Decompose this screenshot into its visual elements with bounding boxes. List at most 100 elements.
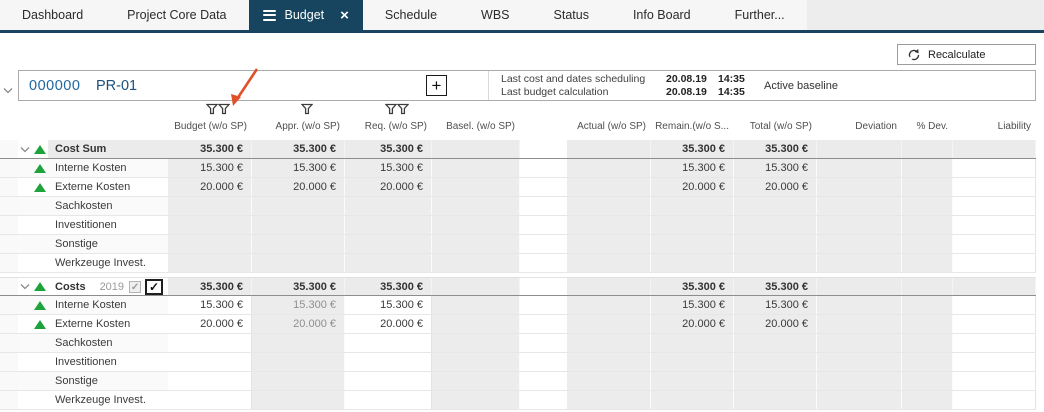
cell-pdev[interactable]: [902, 296, 953, 314]
cell-actual[interactable]: [567, 372, 651, 390]
cell-budget[interactable]: [168, 372, 252, 390]
cell-deviation[interactable]: [817, 296, 902, 314]
cell-liability[interactable]: [953, 391, 1036, 409]
filter-icon[interactable]: [217, 102, 231, 120]
close-icon[interactable]: ×: [340, 8, 349, 23]
cell-pdev[interactable]: [902, 178, 953, 196]
cell-basel[interactable]: [432, 140, 520, 158]
cell-deviation[interactable]: [817, 278, 902, 295]
cell-appr[interactable]: [252, 235, 345, 253]
cell-req[interactable]: 20.000 €: [345, 315, 432, 333]
cell-deviation[interactable]: [817, 216, 902, 234]
cell-actual[interactable]: [567, 159, 651, 177]
cell-deviation[interactable]: [817, 315, 902, 333]
cell-budget[interactable]: 35.300 €: [168, 140, 252, 158]
tab-budget[interactable]: Budget ×: [248, 0, 363, 30]
cell-basel[interactable]: [432, 254, 520, 272]
cell-pdev[interactable]: [902, 353, 953, 371]
cell-budget[interactable]: 35.300 €: [168, 278, 252, 295]
cell-req[interactable]: [345, 353, 432, 371]
cell-appr[interactable]: [252, 334, 345, 352]
cell-deviation[interactable]: [817, 391, 902, 409]
cell-basel[interactable]: [432, 197, 520, 215]
cell-pdev[interactable]: [902, 334, 953, 352]
tab-schedule[interactable]: Schedule: [363, 0, 459, 30]
cell-pdev[interactable]: [902, 391, 953, 409]
cell-total[interactable]: 15.300 €: [734, 296, 817, 314]
cell-remain[interactable]: 20.000 €: [651, 315, 734, 333]
project-code[interactable]: 000000: [29, 78, 80, 94]
cell-liability[interactable]: [953, 140, 1036, 158]
cell-appr[interactable]: 15.300 €: [252, 159, 345, 177]
cell-total[interactable]: [734, 334, 817, 352]
cell-liability[interactable]: [953, 278, 1036, 295]
tab-project-core-data[interactable]: Project Core Data: [105, 0, 248, 30]
cell-remain[interactable]: 35.300 €: [651, 278, 734, 295]
cell-pdev[interactable]: [902, 197, 953, 215]
tab-status[interactable]: Status: [532, 0, 611, 30]
cell-appr[interactable]: 15.300 €: [252, 296, 345, 314]
tab-info-board[interactable]: Info Board: [611, 0, 713, 30]
cell-req[interactable]: 20.000 €: [345, 178, 432, 196]
cell-remain[interactable]: [651, 334, 734, 352]
column-header-deviation[interactable]: Deviation: [817, 121, 902, 137]
filter-icon[interactable]: [396, 102, 409, 120]
cell-deviation[interactable]: [817, 254, 902, 272]
column-header-appr[interactable]: Appr. (w/o SP): [252, 121, 345, 137]
tab-wbs[interactable]: WBS: [459, 0, 531, 30]
cell-appr[interactable]: [252, 216, 345, 234]
cell-req[interactable]: [345, 372, 432, 390]
cell-basel[interactable]: [432, 315, 520, 333]
cell-deviation[interactable]: [817, 178, 902, 196]
column-header-remain[interactable]: Remain.(w/o S...: [651, 121, 734, 137]
column-header-liability[interactable]: Liability: [953, 121, 1036, 137]
column-header-actual[interactable]: Actual (w/o SP): [567, 121, 651, 137]
cell-remain[interactable]: [651, 197, 734, 215]
cell-deviation[interactable]: [817, 140, 902, 158]
cell-deviation[interactable]: [817, 197, 902, 215]
cell-basel[interactable]: [432, 391, 520, 409]
cell-appr[interactable]: 35.300 €: [252, 278, 345, 295]
cell-remain[interactable]: 35.300 €: [651, 140, 734, 158]
cell-basel[interactable]: [432, 372, 520, 390]
cell-req[interactable]: 15.300 €: [345, 159, 432, 177]
cell-basel[interactable]: [432, 278, 520, 295]
cell-basel[interactable]: [432, 296, 520, 314]
tab-further[interactable]: Further...: [713, 0, 807, 30]
cell-basel[interactable]: [432, 216, 520, 234]
cell-remain[interactable]: [651, 235, 734, 253]
cell-actual[interactable]: [567, 296, 651, 314]
cell-remain[interactable]: [651, 391, 734, 409]
add-button[interactable]: +: [426, 75, 447, 96]
column-header-req[interactable]: Req. (w/o SP): [345, 121, 432, 137]
cell-total[interactable]: [734, 216, 817, 234]
cell-pdev[interactable]: [902, 254, 953, 272]
group-header-row[interactable]: Cost Sum 35.300 €35.300 €35.300 €35.300 €…: [0, 140, 1036, 159]
checkbox[interactable]: ✓: [145, 278, 164, 295]
cell-budget[interactable]: 20.000 €: [168, 315, 252, 333]
cell-req[interactable]: [345, 254, 432, 272]
cell-deviation[interactable]: [817, 372, 902, 390]
cell-actual[interactable]: [567, 197, 651, 215]
cell-total[interactable]: 20.000 €: [734, 315, 817, 333]
cell-budget[interactable]: [168, 334, 252, 352]
cell-actual[interactable]: [567, 315, 651, 333]
tab-dashboard[interactable]: Dashboard: [0, 0, 105, 30]
cell-liability[interactable]: [953, 353, 1036, 371]
cell-liability[interactable]: [953, 159, 1036, 177]
cell-actual[interactable]: [567, 216, 651, 234]
cell-total[interactable]: [734, 391, 817, 409]
column-header-total[interactable]: Total (w/o SP): [734, 121, 817, 137]
cell-budget[interactable]: [168, 197, 252, 215]
cell-total[interactable]: [734, 197, 817, 215]
cell-liability[interactable]: [953, 197, 1036, 215]
chevron-down-icon[interactable]: [18, 278, 31, 295]
cell-pdev[interactable]: [902, 278, 953, 295]
column-header-budget[interactable]: Budget (w/o SP): [168, 121, 252, 137]
cell-liability[interactable]: [953, 315, 1036, 333]
filter-icon[interactable]: [384, 102, 397, 120]
cell-pdev[interactable]: [902, 372, 953, 390]
cell-appr[interactable]: [252, 197, 345, 215]
cell-budget[interactable]: [168, 391, 252, 409]
cell-liability[interactable]: [953, 178, 1036, 196]
